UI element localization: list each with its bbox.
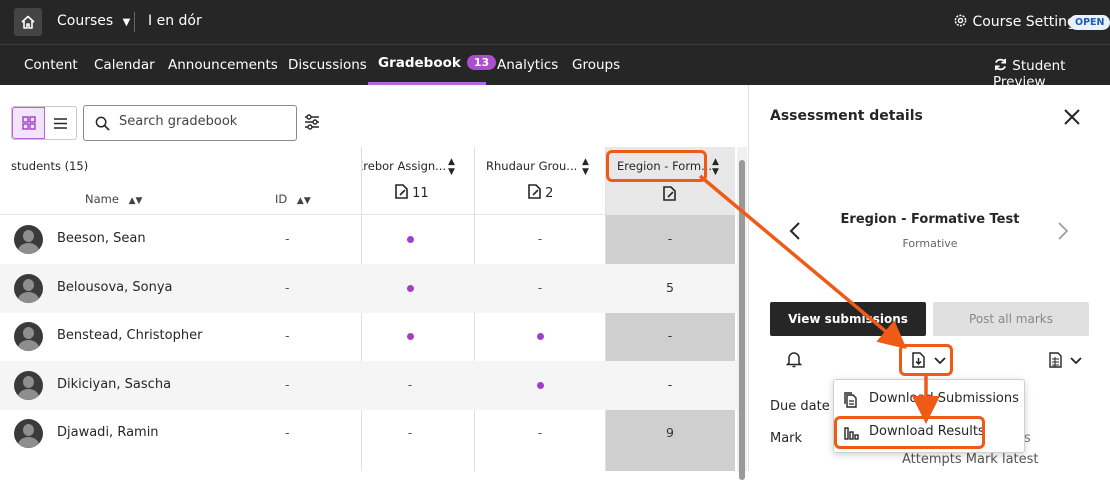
annotation-arrows	[698, 174, 940, 424]
arrow-to-download-button	[698, 174, 907, 349]
